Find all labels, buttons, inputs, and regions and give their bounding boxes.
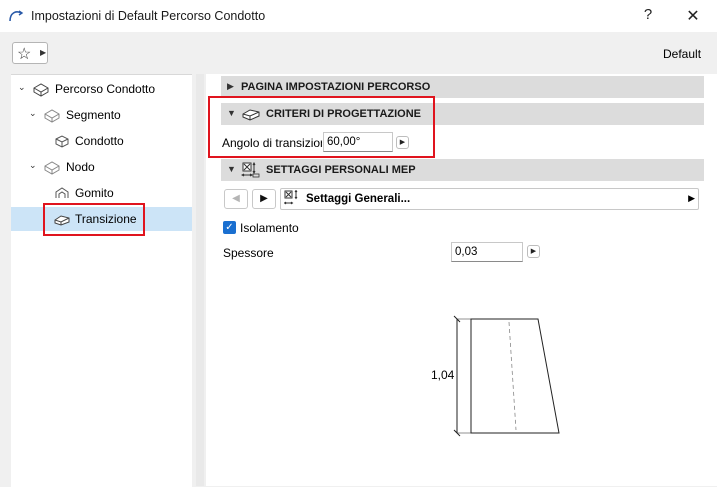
chevron-down-icon[interactable]: ⌄ [18,82,26,93]
chevron-down-icon[interactable]: ⌄ [29,160,37,171]
previous-preset-button[interactable]: ◀ [224,189,248,209]
route-icon [33,83,49,97]
segment-icon [44,109,60,123]
panel-splitter[interactable] [196,74,204,486]
tree-item-label: Gomito [75,186,114,200]
tree-item-label: Segmento [66,108,121,122]
tree-item-gomito[interactable]: Gomito [11,181,192,205]
thickness-input[interactable]: 0,03 [451,242,523,262]
window-title: Impostazioni di Default Percorso Condott… [31,9,266,23]
section-route-settings-page[interactable]: ▶ PAGINA IMPOSTAZIONI PERCORSO [221,76,704,98]
insulation-checkbox[interactable]: ✓ [223,221,236,234]
chevron-right-icon[interactable]: ▶ [688,193,695,204]
tree-item-label: Condotto [75,134,124,148]
node-icon [44,161,60,175]
transition-preview [453,315,560,437]
thickness-options-button[interactable]: ▶ [527,245,540,258]
tree-item-label: Nodo [66,160,95,174]
elbow-icon [55,187,69,198]
tree-item-segmento[interactable]: ⌄ Segmento [11,103,192,127]
thickness-label: Spessore [223,246,274,260]
chevron-right-icon: ▶ [40,48,47,57]
profile-label: Default [663,47,702,61]
star-icon: ☆ [17,46,32,63]
preset-name: Settaggi Generali... [306,193,411,205]
highlight-box-design [208,96,435,158]
help-button[interactable]: ? [640,6,656,26]
settings-tree: ⌄ Percorso Condotto ⌄ Segmento Condotto … [11,74,192,487]
section-title: PAGINA IMPOSTAZIONI PERCORSO [241,81,431,93]
section-title: SETTAGGI PERSONALI MEP [266,164,416,176]
title-bar: Impostazioni di Default Percorso Condott… [0,0,717,32]
duct-icon [55,135,69,148]
chevron-down-icon[interactable]: ▼ [227,164,236,174]
highlight-box-tree [43,203,145,236]
chevron-right-icon[interactable]: ▶ [227,81,234,92]
tree-item-nodo[interactable]: ⌄ Nodo [11,155,192,179]
tree-item-percorso-condotto[interactable]: ⌄ Percorso Condotto [11,77,192,101]
insulation-label: Isolamento [240,221,299,235]
close-button[interactable]: ✕ [683,6,703,26]
favorites-button[interactable]: ☆ ▶ [12,42,48,64]
next-preset-button[interactable]: ▶ [252,189,276,209]
tree-item-condotto[interactable]: Condotto [11,129,192,153]
preset-settings-icon [284,190,298,205]
mep-settings-icon [241,162,260,178]
app-route-icon [9,10,24,22]
preset-selector[interactable]: Settaggi Generali... ▶ [280,188,699,210]
section-mep-settings[interactable]: ▼ SETTAGGI PERSONALI MEP [221,159,704,181]
tree-item-label: Percorso Condotto [55,82,156,96]
chevron-down-icon[interactable]: ⌄ [29,108,37,119]
preview-dimension-label: 1,04 [431,368,455,382]
